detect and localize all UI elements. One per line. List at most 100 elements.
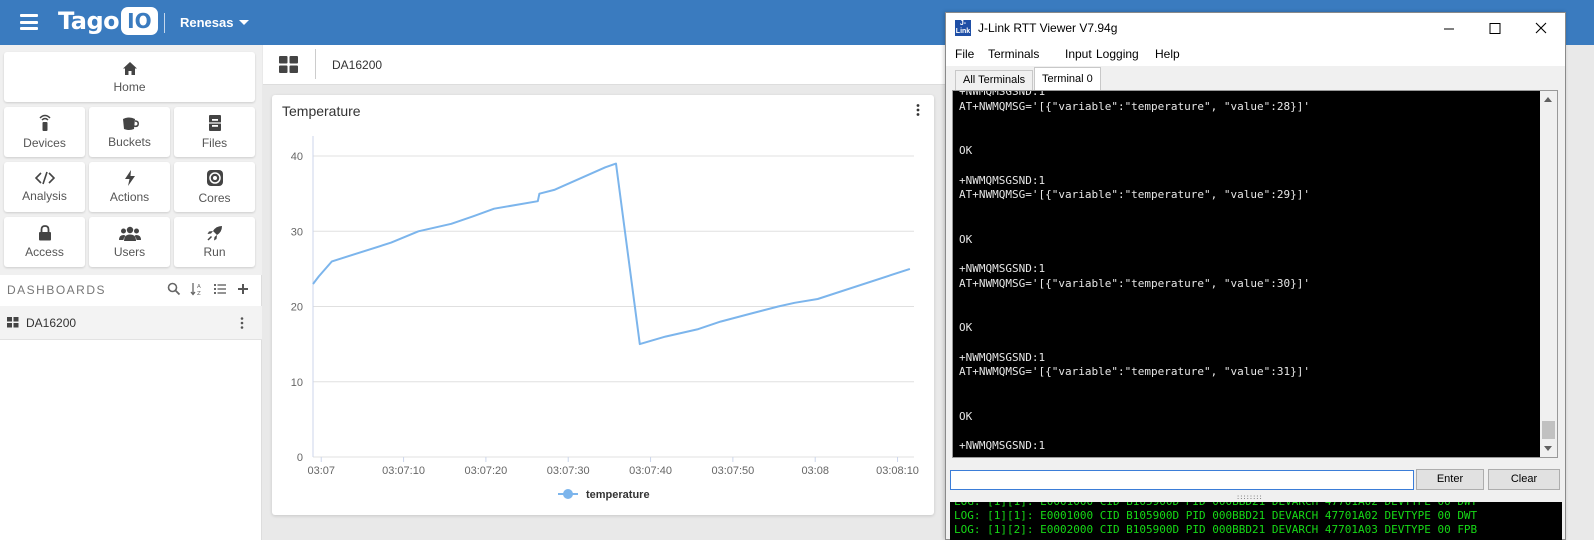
x-tick-label: 03:08:10: [876, 465, 919, 477]
home-icon: [122, 61, 137, 75]
dashboard-item-label: DA16200: [26, 316, 77, 330]
sidebar-item-run[interactable]: Run: [174, 217, 255, 267]
terminal-line: +NWMQMSGSND:1: [959, 350, 1046, 364]
dashboards-title: DASHBOARDS: [7, 283, 107, 297]
clear-button[interactable]: Clear: [1488, 469, 1560, 490]
rocket-icon: [206, 226, 222, 241]
sidebar-item-label: Actions: [109, 190, 150, 204]
menu-input[interactable]: Input: [1065, 47, 1092, 61]
log-line: LOG: [1][1]: E0001000 CID B105900D PID 0…: [954, 502, 1477, 509]
sidebar-item-label: Home: [113, 79, 146, 94]
sidebar-item-files[interactable]: Files: [174, 107, 255, 157]
search-icon[interactable]: [167, 282, 181, 296]
x-tick-label: 03:08: [801, 465, 829, 477]
tago-logo[interactable]: Tago IO: [58, 6, 158, 36]
scroll-up-icon[interactable]: [1544, 97, 1552, 102]
sort-icon[interactable]: AZ: [190, 282, 204, 296]
terminal-line: +NWMQMSGSND:1: [959, 262, 1046, 275]
sidebar-item-access[interactable]: Access: [4, 217, 85, 267]
temperature-chart: 0 10 20 30 40 03:07 03:07:10 03:07:20 03:07:30 03…: [291, 136, 919, 501]
sidebar-item-home[interactable]: Home: [4, 52, 255, 102]
terminal-line: AT+NWMQMSG='[{"variable":"temperature", …: [959, 365, 1310, 379]
minimize-icon[interactable]: [1426, 13, 1472, 44]
splitter-handle[interactable]: ::::::::: [1236, 494, 1276, 501]
series-line-temperature: [312, 162, 911, 346]
logo-badge: IO: [121, 7, 158, 35]
y-tick-label: 0: [297, 452, 303, 464]
sidebar-item-buckets[interactable]: Buckets: [89, 107, 170, 157]
menu-help[interactable]: Help: [1155, 47, 1180, 61]
menu-logging[interactable]: Logging: [1096, 47, 1139, 61]
x-tick-label: 03:07:30: [547, 465, 590, 477]
terminal-line: OK: [959, 232, 973, 246]
terminal-output[interactable]: +NWMQMSGSND:1 AT+NWMQMSG='[{"variable":"t…: [952, 90, 1558, 458]
menu-file[interactable]: File: [955, 47, 974, 61]
terminal-line: AT+NWMQMSG='[{"variable":"temperature", …: [959, 188, 1310, 202]
dashboard-item-da16200[interactable]: DA16200: [0, 306, 262, 340]
jlink-window: J-Link J-Link RTT Viewer V7.94g File Ter…: [945, 12, 1566, 540]
scroll-down-icon[interactable]: [1544, 446, 1552, 451]
toolbar-divider: [315, 49, 316, 79]
enter-button[interactable]: Enter: [1416, 469, 1484, 490]
close-icon[interactable]: [1518, 13, 1564, 44]
terminal-scrollbar[interactable]: [1540, 91, 1557, 457]
tab-all-terminals[interactable]: All Terminals: [955, 70, 1034, 90]
sidebar-item-cores[interactable]: Cores: [174, 162, 255, 212]
terminal-tabs: All Terminals Terminal 0: [946, 66, 1565, 91]
sidebar-nav-grid: Home Devices Buckets Files Analysis Acti…: [0, 45, 262, 275]
y-tick-label: 40: [291, 151, 303, 163]
header-divider: [164, 13, 165, 33]
dashboards-grid-icon[interactable]: [279, 56, 298, 73]
terminal-input[interactable]: [950, 470, 1414, 490]
log-line: LOG: [1][2]: E0002000 CID B105900D PID 0…: [954, 523, 1478, 536]
widget-title: Temperature: [282, 103, 361, 119]
menu-icon[interactable]: [20, 14, 38, 30]
y-tick-label: 20: [291, 302, 303, 314]
bucket-icon: [122, 117, 139, 130]
caret-down-icon: [239, 20, 250, 25]
legend-label: temperature: [586, 489, 650, 501]
log-output[interactable]: LOG: [1][1]: E0001000 CID B105900D PID 0…: [950, 502, 1562, 540]
code-icon: [34, 171, 55, 185]
log-text: LOG: [1][1]: E0001000 CID B105900D PID 0…: [954, 502, 1477, 537]
sidebar-item-label: Files: [201, 136, 228, 150]
tab-terminal-0[interactable]: Terminal 0: [1034, 67, 1101, 91]
sidebar-item-devices[interactable]: Devices: [4, 107, 85, 157]
sidebar-item-users[interactable]: Users: [89, 217, 170, 267]
dashboard-grid-icon: [7, 317, 19, 328]
sidebar-item-label: Analysis: [22, 189, 67, 203]
y-tick-label: 10: [291, 377, 303, 389]
add-icon[interactable]: [236, 282, 250, 296]
terminal-line: AT+NWMQMSG='[{"variable":"temperature", …: [959, 99, 1310, 113]
list-icon[interactable]: [213, 282, 227, 296]
sidebar-item-label: Devices: [23, 136, 66, 150]
terminal-line: +NWMQMSGSND:1: [959, 90, 1046, 98]
sidebar-item-label: Buckets: [108, 135, 151, 149]
more-vertical-icon[interactable]: [240, 316, 244, 330]
x-tick-label: 03:07:20: [464, 465, 507, 477]
sidebar-item-analysis[interactable]: Analysis: [4, 162, 85, 212]
account-selector[interactable]: Renesas: [180, 15, 250, 30]
widget-menu-icon[interactable]: [916, 103, 920, 117]
title-bar: J-Link J-Link RTT Viewer V7.94g: [946, 13, 1565, 44]
account-name: Renesas: [180, 15, 234, 30]
terminal-line: +NWMQMSGSND:1: [959, 439, 1046, 452]
sidebar-item-label: Run: [203, 245, 226, 259]
dashboard-toolbar: DA16200: [263, 45, 953, 85]
svg-text:Z: Z: [197, 291, 201, 296]
scroll-thumb[interactable]: [1542, 421, 1555, 439]
sidebar-item-label: Users: [113, 244, 146, 259]
menu-terminals[interactable]: Terminals: [988, 47, 1039, 61]
sidebar-item-actions[interactable]: Actions: [89, 162, 170, 212]
maximize-icon[interactable]: [1472, 13, 1518, 44]
x-tick-label: 03:07:40: [629, 465, 672, 477]
lock-icon: [38, 225, 51, 241]
users-icon: [118, 226, 141, 241]
